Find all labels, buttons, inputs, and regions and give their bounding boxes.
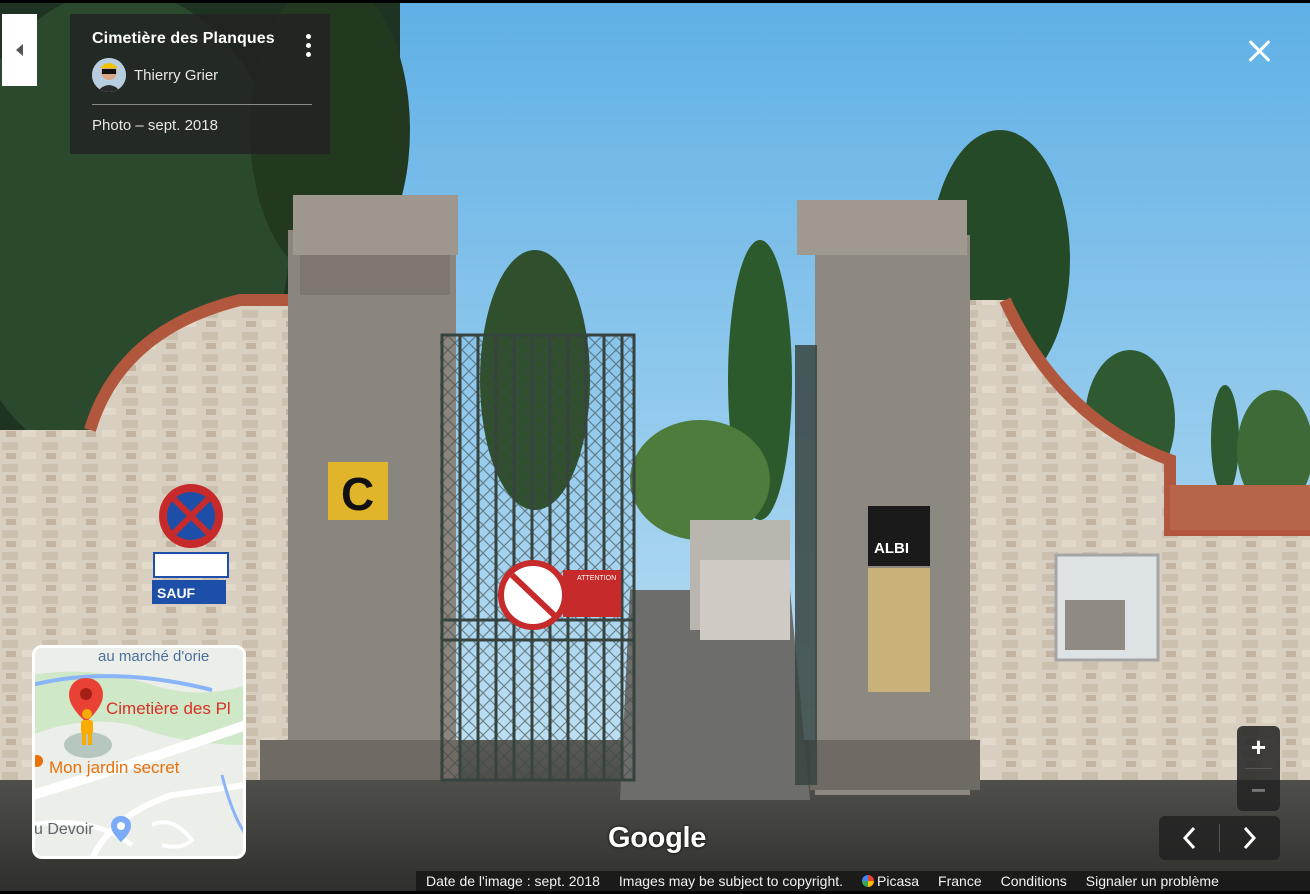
author-row[interactable]: Thierry Grier <box>92 58 310 92</box>
google-logo: Google <box>608 822 707 854</box>
zoom-control: + − <box>1237 726 1280 811</box>
avatar <box>92 58 126 92</box>
zoom-out-button[interactable]: − <box>1237 769 1280 811</box>
report-problem-link[interactable]: Signaler un problème <box>1086 873 1219 889</box>
place-title[interactable]: Cimetière des Planques <box>92 30 310 48</box>
map-label-devoir: u Devoir <box>34 821 94 838</box>
sign-sauf-text: SAUF <box>157 585 196 601</box>
more-vert-icon[interactable] <box>306 34 312 57</box>
navigation-arrows <box>1159 816 1280 860</box>
terms-link[interactable]: Conditions <box>1001 873 1067 889</box>
chevron-right-icon <box>1243 826 1257 850</box>
gate-letter-sign: C <box>341 468 374 520</box>
next-photo-button[interactable] <box>1220 816 1280 860</box>
collapse-panel-button[interactable] <box>2 14 37 86</box>
gate-notice-title: ATTENTION <box>577 575 616 582</box>
provider-credit[interactable]: Picasa <box>862 873 919 889</box>
author-name[interactable]: Thierry Grier <box>134 67 218 84</box>
close-icon[interactable] <box>1246 38 1272 64</box>
zoom-in-button[interactable]: + <box>1237 726 1280 768</box>
collapse-arrow-icon <box>16 44 23 56</box>
photo-date: Photo – sept. 2018 <box>92 117 218 134</box>
provider-name: Picasa <box>877 873 920 889</box>
image-date: Date de l'image : sept. 2018 <box>426 873 600 889</box>
map-label-place: Cimetière des Pl <box>106 699 231 718</box>
pegman-icon[interactable] <box>76 708 98 746</box>
card-divider <box>92 104 312 105</box>
country-link[interactable]: France <box>938 873 982 889</box>
previous-photo-button[interactable] <box>1159 816 1219 860</box>
copyright-notice: Images may be subject to copyright. <box>618 873 844 889</box>
chevron-left-icon <box>1182 826 1196 850</box>
photo-info-card: Cimetière des Planques Thierry Grier Pho… <box>70 14 330 154</box>
picasa-icon <box>862 875 875 887</box>
minimap[interactable]: au marché d'orie Cimetière des Pl Mon ja… <box>32 645 246 859</box>
zoom-in-label: + <box>1250 732 1267 762</box>
plaque-city-text: ALBI <box>874 540 909 557</box>
map-pin-icon <box>111 816 131 842</box>
map-label-market: au marché d'orie <box>98 648 210 665</box>
map-label-garden: Mon jardin secret <box>49 758 180 777</box>
zoom-out-label: − <box>1250 775 1267 805</box>
footer-bar: Date de l'image : sept. 2018 Images may … <box>416 871 1310 891</box>
